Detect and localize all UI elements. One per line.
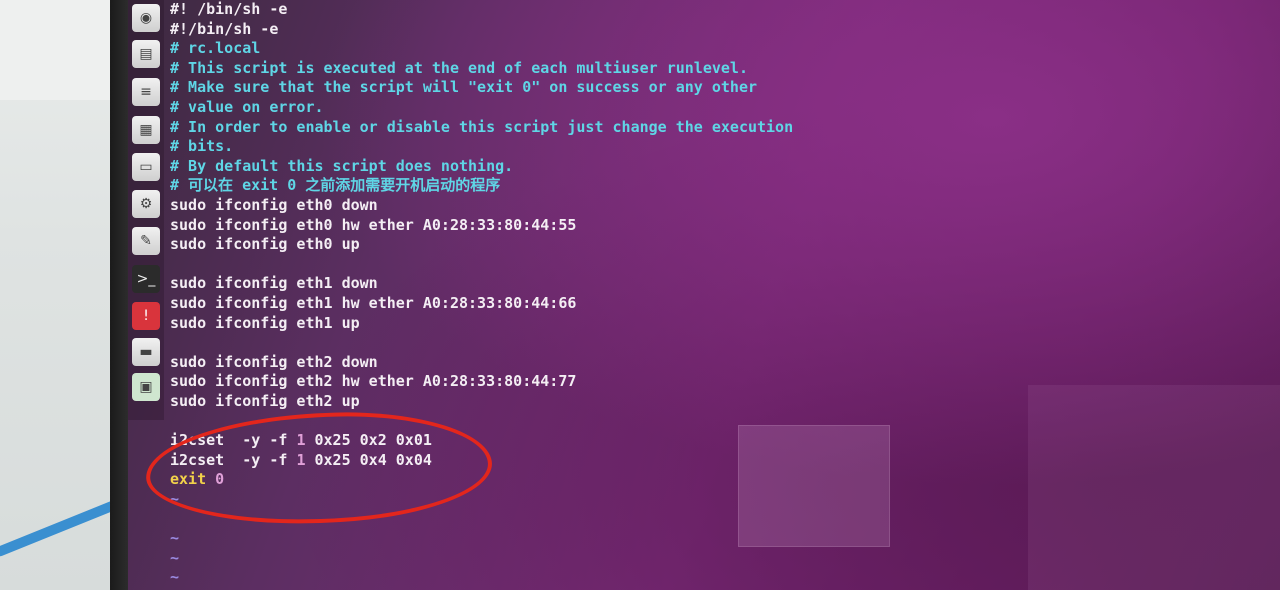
- ubuntu-dash-icon[interactable]: ◉: [132, 4, 160, 32]
- drive-icon[interactable]: ▬: [132, 338, 160, 366]
- files-icon[interactable]: ▤: [132, 40, 160, 68]
- system-tools-icon[interactable]: ✎: [132, 227, 160, 255]
- room-wall: [0, 0, 110, 100]
- terminal-icon[interactable]: >_: [132, 265, 160, 293]
- settings-icon[interactable]: ⚙: [132, 190, 160, 218]
- empty-buffer-line: ~: [170, 529, 180, 548]
- comment-line: # rc.local: [170, 39, 261, 58]
- command-line: sudo ifconfig eth2 down: [170, 352, 378, 371]
- empty-buffer-line: ~: [170, 548, 180, 567]
- comment-line: # 可以在 exit 0 之前添加需要开机启动的程序: [170, 176, 501, 195]
- comment-line: # In order to enable or disable this scr…: [170, 117, 794, 136]
- image-icon[interactable]: ▣: [132, 373, 160, 401]
- monitor-screen: ◉ ▤ ≡ ▦ ▭ ⚙ ✎ >_ ! ▬ ▣ #! /bin/sh -e #!/…: [128, 0, 1280, 590]
- command-line: sudo ifconfig eth0 up: [170, 235, 360, 254]
- shebang-line: #!/bin/sh -e: [170, 19, 279, 38]
- comment-line: # By default this script does nothing.: [170, 156, 514, 175]
- comment-line: # This script is executed at the end of …: [170, 58, 748, 77]
- command-line: sudo ifconfig eth2 hw ether A0:28:33:80:…: [170, 372, 577, 391]
- command-line: sudo ifconfig eth0 down: [170, 195, 378, 214]
- document-icon[interactable]: ▭: [132, 153, 160, 181]
- comment-line: # value on error.: [170, 97, 324, 116]
- command-line: sudo ifconfig eth2 up: [170, 391, 360, 410]
- launcher-bar: ◉ ▤ ≡ ▦ ▭ ⚙ ✎ >_ ! ▬ ▣: [128, 0, 164, 420]
- shebang-line: #! /bin/sh -e: [170, 0, 288, 18]
- screen-reflection-panel: [1028, 385, 1280, 590]
- monitor-bezel: [110, 0, 128, 590]
- comment-line: # bits.: [170, 137, 234, 156]
- command-line: sudo ifconfig eth1 down: [170, 274, 378, 293]
- command-line: sudo ifconfig eth1 up: [170, 313, 360, 332]
- comment-line: # Make sure that the script will "exit 0…: [170, 78, 757, 97]
- spreadsheet-icon[interactable]: ▦: [132, 116, 160, 144]
- command-line: sudo ifconfig eth0 hw ether A0:28:33:80:…: [170, 215, 577, 234]
- text-editor-icon[interactable]: ≡: [132, 78, 160, 106]
- command-line: sudo ifconfig eth1 hw ether A0:28:33:80:…: [170, 293, 577, 312]
- empty-buffer-line: ~: [170, 568, 180, 587]
- error-icon[interactable]: !: [132, 302, 160, 330]
